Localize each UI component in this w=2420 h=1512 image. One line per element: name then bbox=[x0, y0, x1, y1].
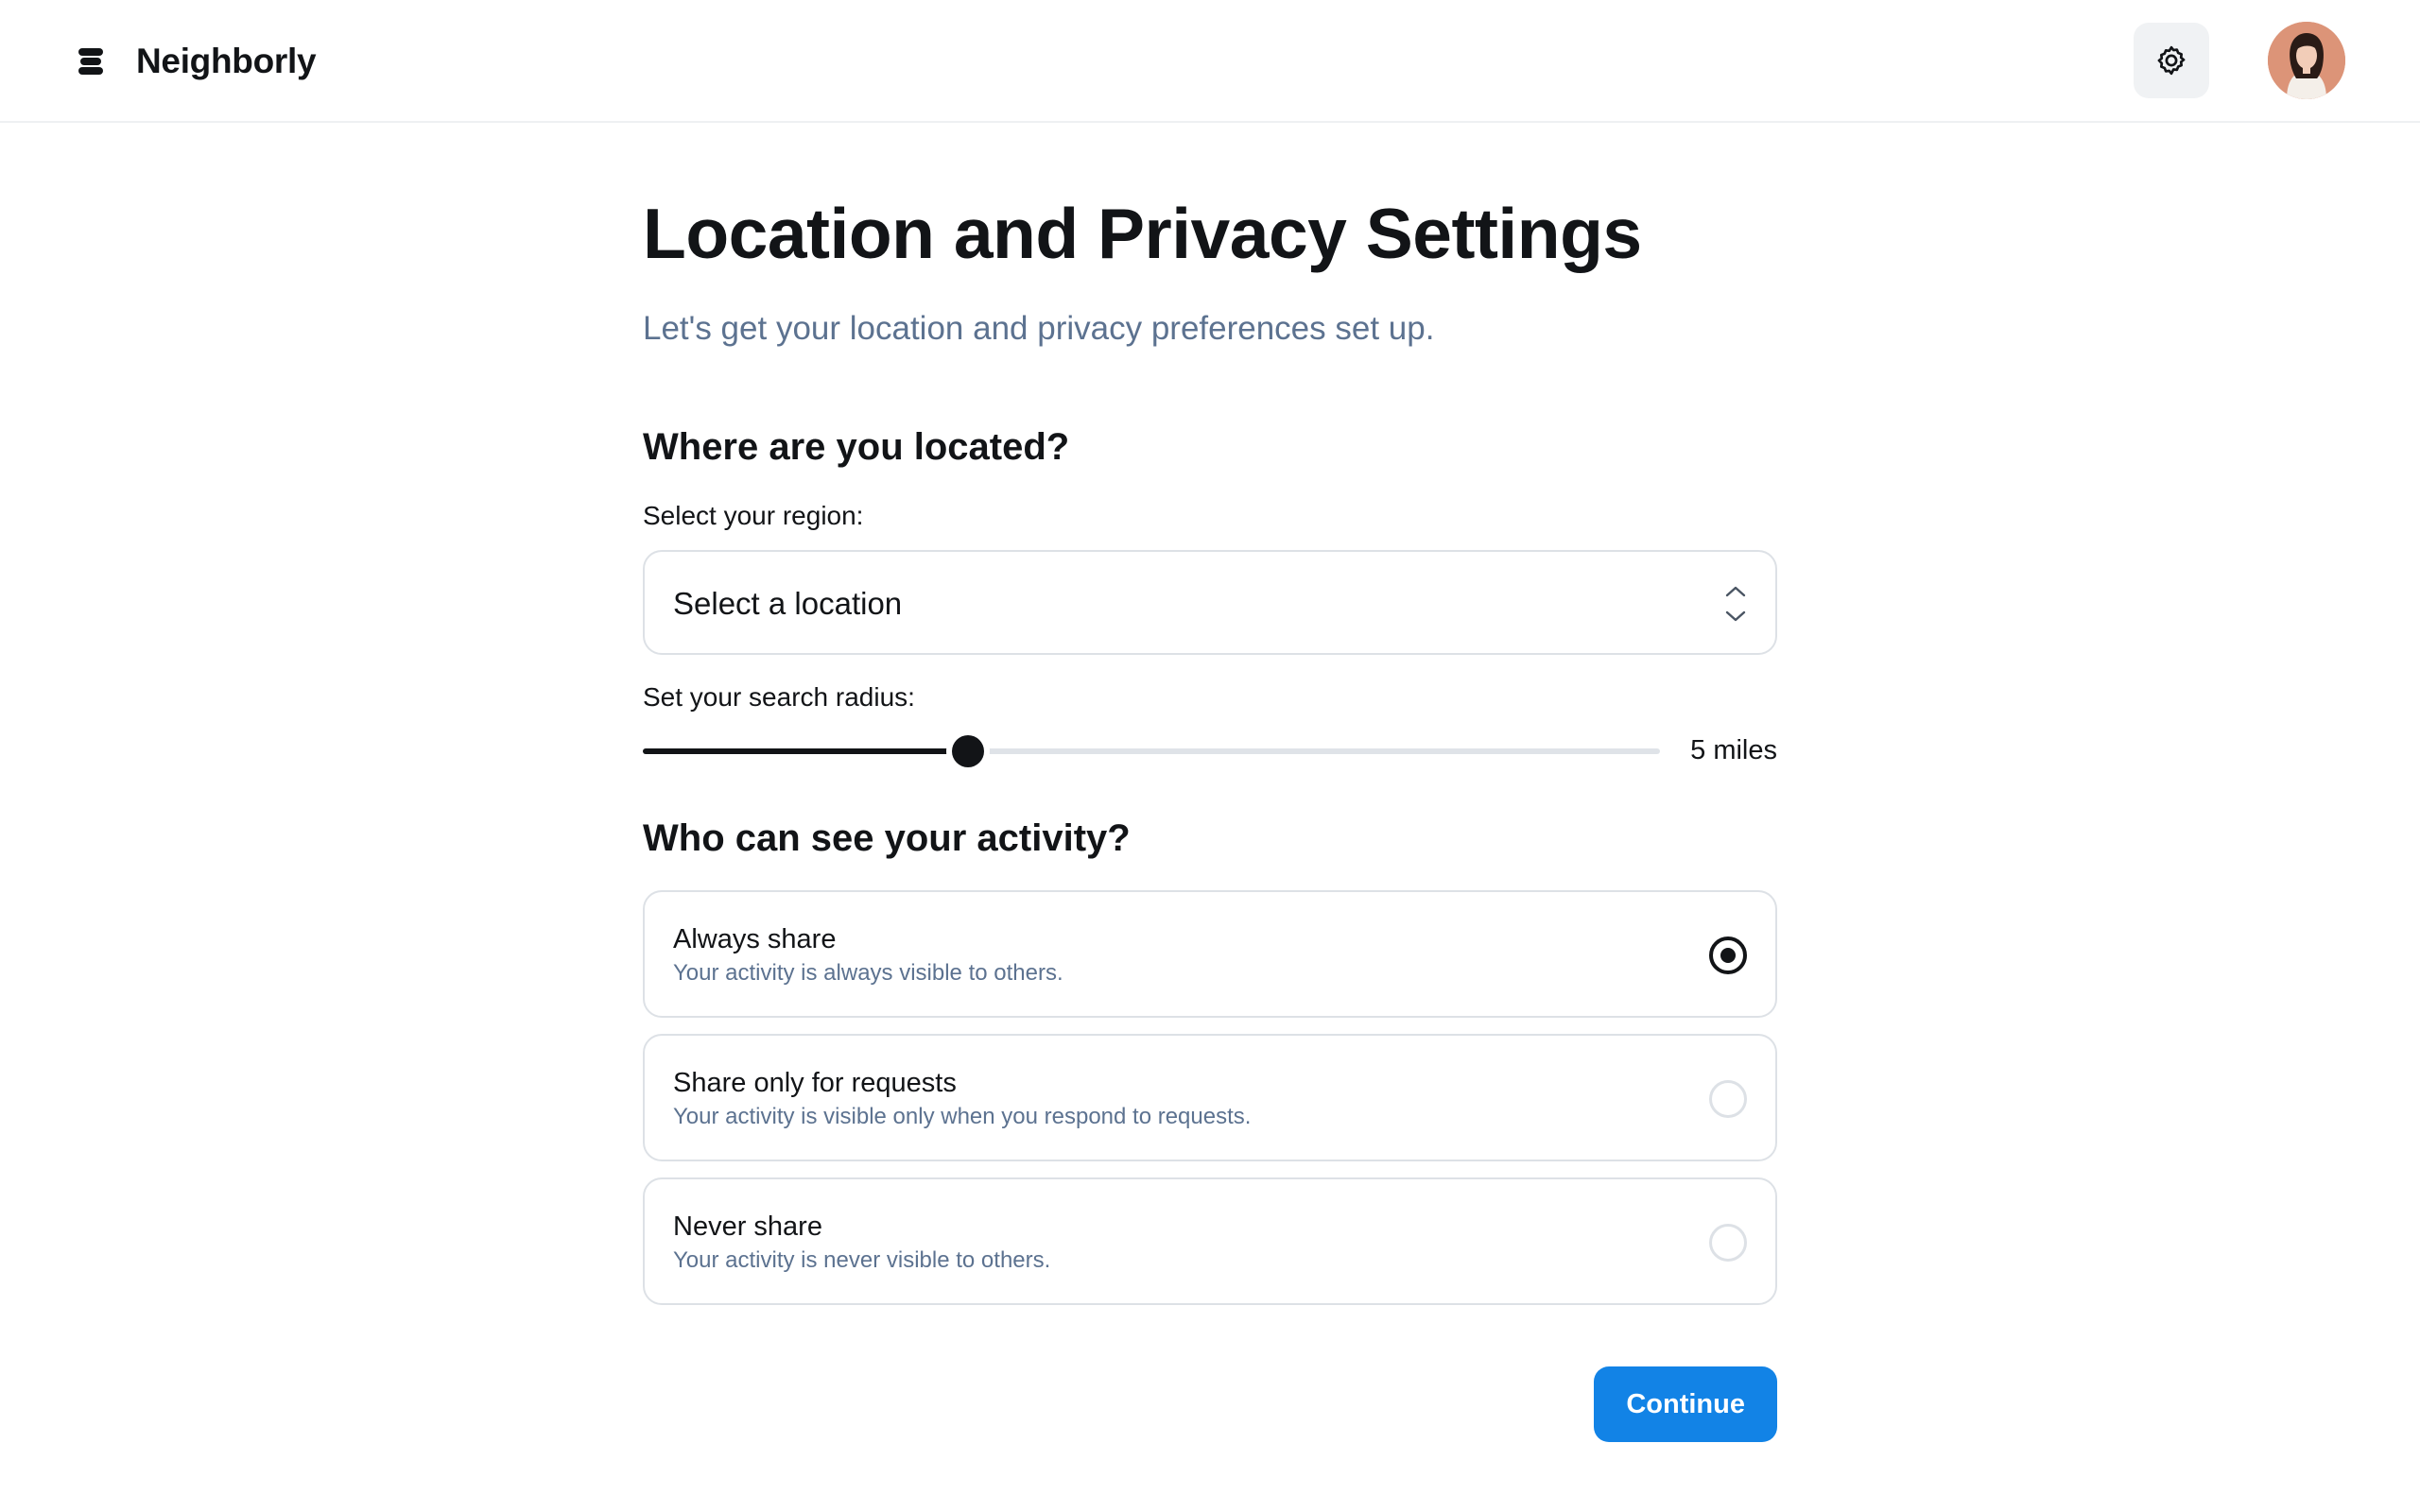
option-description: Your activity is never visible to others… bbox=[673, 1247, 1051, 1273]
radius-label: Set your search radius: bbox=[643, 682, 915, 712]
radius-value: 5 miles bbox=[1690, 735, 1777, 765]
option-description: Your activity is always visible to other… bbox=[673, 960, 1063, 986]
option-title: Always share bbox=[673, 924, 837, 954]
slider-thumb[interactable] bbox=[952, 735, 984, 767]
page-title: Location and Privacy Settings bbox=[643, 194, 1642, 273]
radio-button[interactable] bbox=[1709, 936, 1747, 974]
stack-layers-icon bbox=[78, 48, 103, 75]
option-always-share[interactable]: Always share Your activity is always vis… bbox=[643, 890, 1777, 1018]
brand-name: Neighborly bbox=[136, 42, 317, 80]
region-label: Select your region: bbox=[643, 501, 864, 530]
option-title: Never share bbox=[673, 1211, 822, 1242]
option-share-for-requests[interactable]: Share only for requests Your activity is… bbox=[643, 1034, 1777, 1161]
region-select-value: Select a location bbox=[673, 586, 903, 621]
brand[interactable]: Neighborly bbox=[76, 38, 317, 85]
option-description: Your activity is visible only when you r… bbox=[673, 1104, 1252, 1129]
chevron-up-down-icon bbox=[1725, 586, 1746, 622]
top-navigation-bar: Neighborly bbox=[0, 0, 2420, 123]
settings-button[interactable] bbox=[2134, 23, 2209, 98]
gear-icon bbox=[2157, 45, 2186, 76]
radio-button[interactable] bbox=[1709, 1224, 1747, 1262]
user-avatar[interactable] bbox=[2268, 22, 2345, 99]
radio-button[interactable] bbox=[1709, 1080, 1747, 1118]
region-select[interactable]: Select a location bbox=[643, 550, 1777, 655]
continue-button[interactable]: Continue bbox=[1594, 1366, 1777, 1442]
radius-slider[interactable] bbox=[643, 731, 1660, 769]
slider-fill bbox=[643, 748, 968, 754]
activity-section-heading: Who can see your activity? bbox=[643, 817, 1131, 859]
option-title: Share only for requests bbox=[673, 1068, 957, 1098]
page-subtitle: Let's get your location and privacy pref… bbox=[643, 310, 1435, 347]
option-never-share[interactable]: Never share Your activity is never visib… bbox=[643, 1177, 1777, 1305]
location-section-heading: Where are you located? bbox=[643, 426, 1070, 468]
user-portrait-icon bbox=[2268, 22, 2345, 99]
